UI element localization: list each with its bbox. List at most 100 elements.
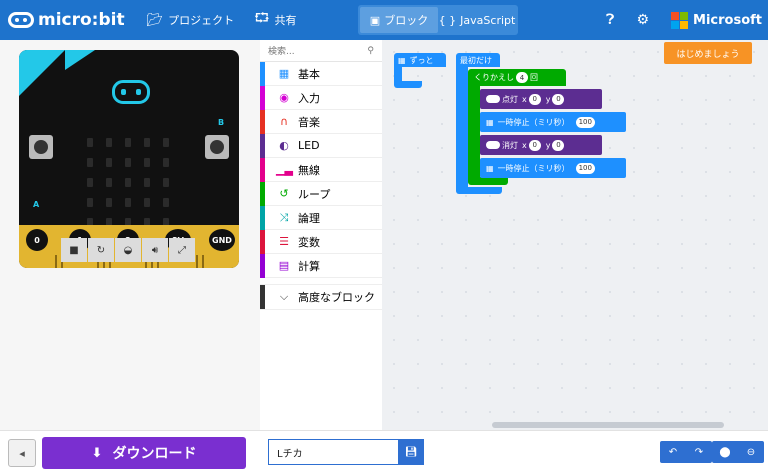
download-button[interactable]: ⬇ ダウンロード: [42, 437, 246, 469]
board-decoration: [65, 50, 95, 70]
toolbox-search[interactable]: 検索... ⚲: [260, 40, 382, 62]
toggle-icon: ◐: [279, 139, 289, 152]
block-workspace[interactable]: はじめましょう ▦ ずっと 最初だけ くりかえし 4 回 点灯 x 0 y 0 …: [382, 40, 768, 430]
category-math[interactable]: ▤ 計算: [260, 254, 382, 278]
category-music[interactable]: ∩ 音楽: [260, 110, 382, 134]
target-icon: ◉: [279, 91, 289, 104]
workspace-scrollbar[interactable]: [492, 422, 724, 428]
projects-button[interactable]: 📂︎ プロジェクト: [147, 12, 235, 28]
category-basic[interactable]: ▦ 基本: [260, 62, 382, 86]
gear-icon[interactable]: ⚙: [636, 12, 649, 28]
pause-block[interactable]: ▦ 一時停止（ミリ秒） 100: [480, 158, 626, 178]
category-radio[interactable]: ▁▃ 無線: [260, 158, 382, 182]
pin-gnd[interactable]: GND: [209, 229, 235, 251]
chevron-down-icon: ⌵: [279, 290, 289, 303]
pause-block[interactable]: ▦ 一時停止（ミリ秒） 100: [480, 112, 626, 132]
unplot-block[interactable]: 消灯 x 0 y 0: [480, 135, 602, 155]
repeat-suffix: 回: [530, 73, 538, 82]
unplot-label: 消灯: [502, 140, 518, 150]
pin-0[interactable]: 0: [26, 229, 48, 251]
unplot-x-field[interactable]: 0: [528, 139, 541, 151]
tab-blocks[interactable]: ▣ ブロック: [360, 7, 438, 33]
collapse-simulator-button[interactable]: ◂: [8, 439, 36, 467]
tab-javascript-label: JavaScript: [460, 13, 516, 27]
plot-x-field[interactable]: 0: [528, 93, 541, 105]
toggle-icon: [486, 141, 500, 149]
x-label: x: [522, 94, 527, 104]
microbit-logo-icon: [8, 12, 34, 28]
undo-redo-group: ↶ ↷: [660, 441, 712, 463]
y-label: y: [545, 140, 551, 150]
logo-text: micro:bit: [38, 10, 125, 30]
led-matrix: [87, 138, 169, 227]
grid-icon: ▦: [486, 163, 494, 173]
category-label: 入力: [298, 91, 320, 105]
loop-icon: ↺: [279, 187, 289, 200]
plot-y-field[interactable]: 0: [552, 93, 565, 105]
help-icon[interactable]: ❓︎: [606, 12, 614, 28]
category-label: LED: [298, 139, 320, 152]
category-label: 計算: [298, 259, 320, 273]
repeat-label: くりかえし: [474, 73, 514, 82]
tab-blocks-label: ブロック: [384, 14, 429, 27]
button-a[interactable]: [29, 135, 53, 159]
redo-icon[interactable]: ↷: [686, 441, 712, 463]
zoom-in-icon[interactable]: ⬤: [712, 441, 738, 463]
fullscreen-icon[interactable]: ⤢: [169, 238, 195, 262]
grid-icon: ▦: [398, 55, 406, 65]
pause-ms-field[interactable]: 100: [575, 116, 595, 128]
folder-icon: 📂︎: [146, 12, 164, 28]
plot-label: 点灯: [502, 94, 518, 104]
puzzle-icon: ▣: [369, 13, 381, 27]
microsoft-logo[interactable]: Microsoft: [671, 11, 762, 29]
category-input[interactable]: ◉ 入力: [260, 86, 382, 110]
stop-icon[interactable]: ■: [61, 238, 87, 262]
simulator-panel: A B 0 1 2 3V GND ■ ↻ ◒ 🔊︎ ⤢: [0, 40, 260, 430]
zoom-out-icon[interactable]: ⊖: [738, 441, 764, 463]
plot-block[interactable]: 点灯 x 0 y 0: [480, 89, 602, 109]
braces-icon: { }: [438, 13, 457, 27]
project-name-input[interactable]: [268, 439, 398, 465]
category-label: 基本: [298, 67, 320, 81]
bottom-bar: ◂ ⬇ ダウンロード 💾︎ ↶ ↷ ⬤ ⊖: [0, 430, 768, 472]
share-icon: ⮔: [254, 11, 270, 26]
microbit-board: A B 0 1 2 3V GND: [19, 50, 239, 268]
category-advanced[interactable]: ⌵ 高度なブロック: [260, 284, 382, 310]
repeat-count-field[interactable]: 4: [516, 72, 528, 83]
category-label: 無線: [298, 163, 320, 177]
button-b[interactable]: [205, 135, 229, 159]
category-loops[interactable]: ↺ ループ: [260, 182, 382, 206]
share-button[interactable]: ⮔ 共有: [254, 9, 296, 31]
pause-label: 一時停止（ミリ秒）: [497, 117, 570, 127]
category-logic[interactable]: ⤨ 論理: [260, 206, 382, 230]
category-led[interactable]: ◐ LED: [260, 134, 382, 158]
block-toolbox: 検索... ⚲ ▦ 基本 ◉ 入力 ∩ 音楽 ◐ LED ▁▃ 無線 ↺ ループ…: [260, 40, 382, 430]
microbit-logo[interactable]: micro:bit: [8, 10, 125, 30]
pause-ms-field[interactable]: 100: [575, 162, 595, 174]
forever-label: ずっと: [409, 55, 434, 65]
microbit-face-icon: [112, 80, 150, 104]
tab-javascript[interactable]: { } JavaScript: [438, 7, 516, 33]
search-input[interactable]: 検索...: [268, 44, 295, 57]
category-variables[interactable]: ☰ 変数: [260, 230, 382, 254]
undo-icon[interactable]: ↶: [660, 441, 686, 463]
shuffle-icon: ⤨: [279, 210, 289, 224]
button-a-label: A: [33, 200, 40, 209]
get-started-button[interactable]: はじめましょう: [664, 42, 752, 64]
mute-icon[interactable]: 🔊︎: [142, 238, 168, 262]
unplot-y-field[interactable]: 0: [552, 139, 565, 151]
category-label: 変数: [298, 235, 320, 249]
button-b-label: B: [218, 118, 225, 127]
category-label: 論理: [298, 211, 320, 225]
list-icon: ☰: [279, 235, 289, 248]
simulator-toolbar: ■ ↻ ◒ 🔊︎ ⤢: [61, 238, 196, 262]
top-bar: micro:bit 📂︎ プロジェクト ⮔ 共有 ▣ ブロック { } Java…: [0, 0, 768, 40]
grid-icon: ▦: [486, 117, 494, 127]
category-label: 高度なブロック: [298, 291, 375, 304]
signal-icon: ▁▃: [276, 163, 293, 176]
pause-label: 一時停止（ミリ秒）: [497, 163, 570, 173]
toggle-icon: [486, 95, 500, 103]
slow-motion-icon[interactable]: ◒: [115, 238, 141, 262]
restart-icon[interactable]: ↻: [88, 238, 114, 262]
save-button[interactable]: 💾︎: [398, 439, 424, 465]
